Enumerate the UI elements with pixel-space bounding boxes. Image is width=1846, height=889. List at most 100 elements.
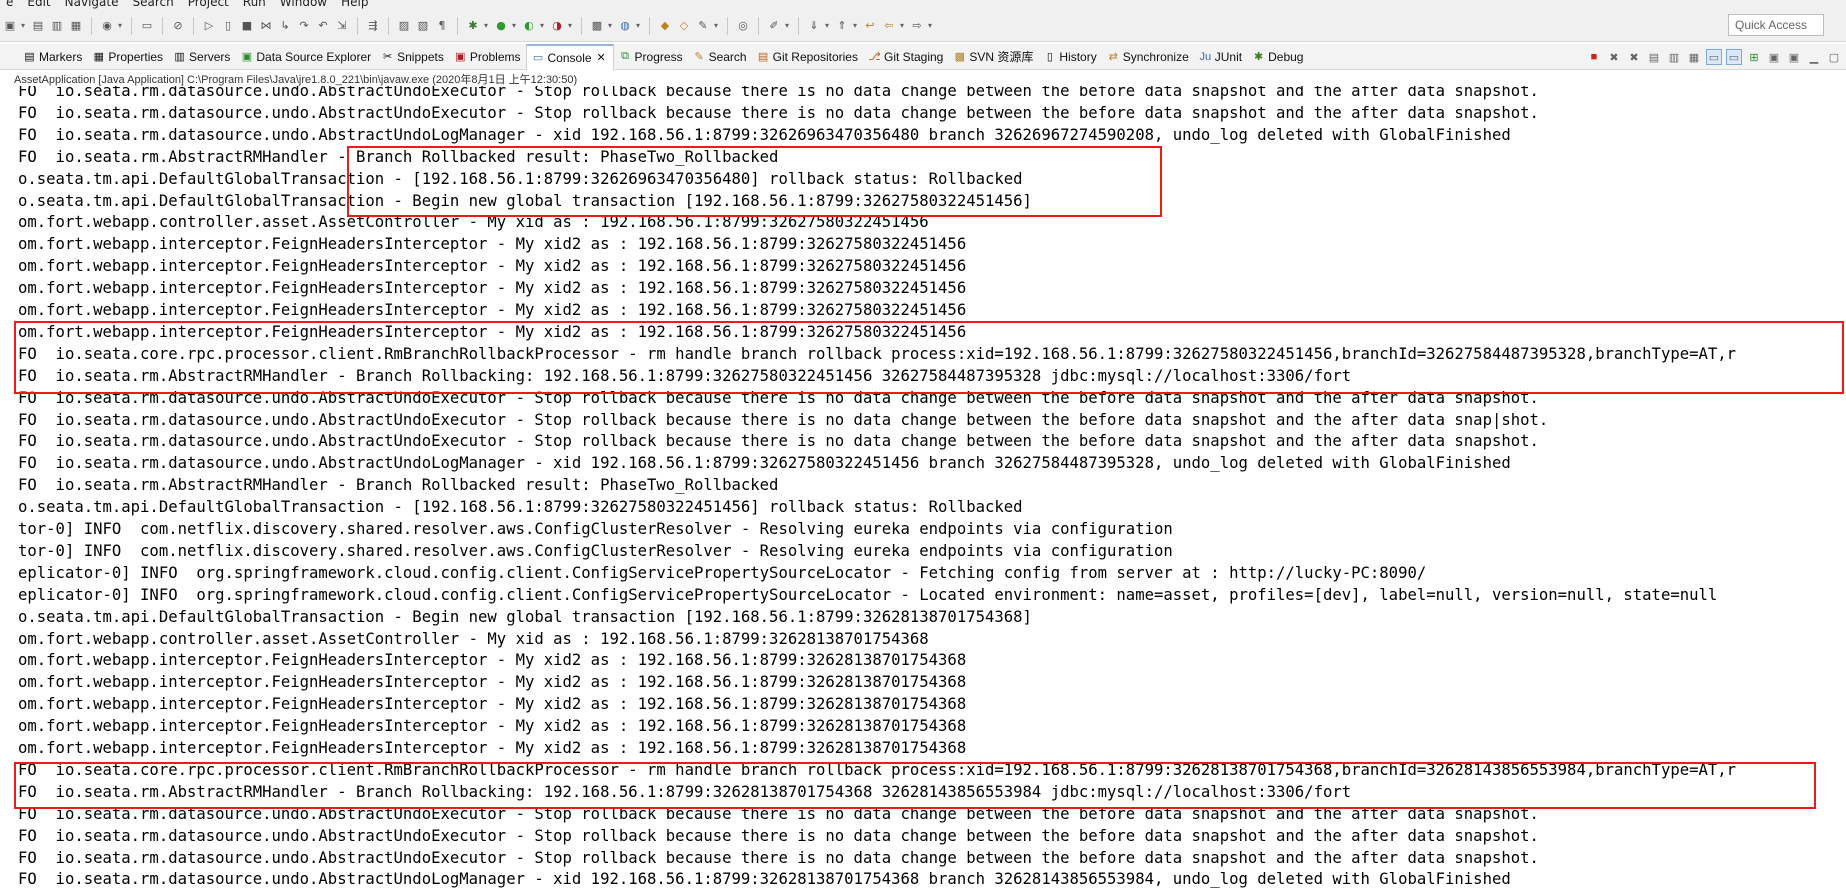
debug-dropdown-icon[interactable]: ▾: [484, 21, 490, 30]
tab-search[interactable]: ✎ Search: [688, 44, 752, 70]
console-line: om.fort.webapp.interceptor.FeignHeadersI…: [18, 235, 967, 254]
print-icon[interactable]: ▦: [68, 18, 84, 34]
tab-history[interactable]: ▯ History: [1038, 44, 1101, 70]
coverage-dropdown-icon[interactable]: ▾: [540, 21, 546, 30]
tab-synchronize[interactable]: ⇄ Synchronize: [1102, 44, 1194, 70]
step-over-icon[interactable]: ↷: [296, 18, 312, 34]
next-annotation-icon[interactable]: ⇓: [806, 18, 822, 34]
save-icon[interactable]: ▤: [30, 18, 46, 34]
menu-item-project[interactable]: Project: [188, 0, 229, 9]
tab-git-staging[interactable]: ⎇ Git Staging: [863, 44, 948, 70]
open-console-icon[interactable]: ▣: [1786, 49, 1802, 65]
minimize-icon[interactable]: ▁: [1806, 49, 1822, 65]
last-edit-icon[interactable]: ↩: [862, 18, 878, 34]
pin-console-icon[interactable]: ⊞: [1746, 49, 1762, 65]
resume-icon[interactable]: ▷: [201, 18, 217, 34]
open-type-icon[interactable]: ◆: [657, 18, 673, 34]
menu-item-edit[interactable]: Edit: [27, 0, 50, 9]
prev-annotation-dropdown-icon[interactable]: ▾: [853, 21, 859, 30]
annotation-dropdown-icon[interactable]: ▾: [785, 21, 791, 30]
display-console-icon[interactable]: ▣: [1766, 49, 1782, 65]
forward-icon[interactable]: ⇨: [909, 18, 925, 34]
console-line: om.fort.webapp.interceptor.FeignHeadersI…: [18, 739, 967, 757]
profile-icon[interactable]: ◉: [99, 18, 115, 34]
suspend-icon[interactable]: ▯: [220, 18, 236, 34]
run-dropdown-icon[interactable]: ▾: [512, 21, 518, 30]
tab-debug[interactable]: ✱ Debug: [1247, 44, 1308, 70]
tab-svn[interactable]: ▩ SVN 资源库: [948, 44, 1038, 70]
close-icon[interactable]: ✕: [595, 51, 608, 64]
menu-item-search[interactable]: Search: [132, 0, 173, 9]
quick-access-input[interactable]: Quick Access: [1728, 14, 1824, 36]
tab-progress[interactable]: ⧉ Progress: [614, 44, 688, 70]
console-line: om.fort.webapp.interceptor.FeignHeadersI…: [18, 301, 967, 319]
menu-bar: e Edit Navigate Search Project Run Windo…: [0, 0, 1846, 10]
skip-breakpoints-icon[interactable]: ⊘: [170, 18, 186, 34]
debug-icon: ✱: [1254, 51, 1264, 63]
tab-servers[interactable]: ▥ Servers: [168, 44, 235, 70]
disconnect-icon[interactable]: ⋈: [258, 18, 274, 34]
menu-item-navigate[interactable]: Navigate: [65, 0, 119, 9]
terminal-icon[interactable]: ▭: [139, 18, 155, 34]
scroll-lock-icon[interactable]: ▥: [1666, 49, 1682, 65]
terminate-icon[interactable]: ■: [239, 18, 255, 34]
tab-problems[interactable]: ▣ Problems: [449, 44, 526, 70]
profile-dropdown-icon[interactable]: ▾: [118, 21, 124, 30]
new-icon[interactable]: ▣: [2, 18, 18, 34]
coverage-icon[interactable]: ◐: [521, 18, 537, 34]
prev-annotation-icon[interactable]: ⇑: [834, 18, 850, 34]
clear-console-icon[interactable]: ▤: [1646, 49, 1662, 65]
new-class-dropdown-icon[interactable]: ▾: [636, 21, 642, 30]
globe-icon[interactable]: ◎: [735, 18, 751, 34]
show-stdout-icon[interactable]: ▭: [1706, 49, 1722, 65]
console-line: tor-0] INFO com.netflix.discovery.shared…: [18, 520, 1173, 538]
search-icon: ✎: [694, 51, 704, 63]
menu-item-file[interactable]: e: [6, 0, 13, 9]
main-toolbar: ▣ ▾ ▤ ▥ ▦ ◉ ▾ ▭ ⊘ ▷ ▯ ■ ⋈ ↳ ↷ ↶ ⇲ ⇶ ▨ ▧ …: [0, 10, 1846, 42]
tab-console[interactable]: ▭ Console ✕: [525, 43, 614, 70]
external-tools-icon[interactable]: ◑: [549, 18, 565, 34]
servers-icon: ▥: [174, 51, 185, 63]
console-line: FO io.seata.rm.datasource.undo.AbstractU…: [18, 848, 1539, 867]
tab-data-source-explorer[interactable]: ▣ Data Source Explorer: [235, 44, 376, 70]
annotation-icon[interactable]: ✐: [766, 18, 782, 34]
step-return-icon[interactable]: ↶: [315, 18, 331, 34]
word-wrap-icon[interactable]: ▦: [1686, 49, 1702, 65]
search-dropdown-icon[interactable]: ▾: [714, 21, 720, 30]
external-tools-dropdown-icon[interactable]: ▾: [568, 21, 574, 30]
back-icon[interactable]: ⇦: [881, 18, 897, 34]
step-into-icon[interactable]: ↳: [277, 18, 293, 34]
new-class-icon[interactable]: ◍: [617, 18, 633, 34]
toggle-mark-icon[interactable]: ▨: [396, 18, 412, 34]
search-toolbar-icon[interactable]: ✎: [695, 18, 711, 34]
menu-item-window[interactable]: Window: [280, 0, 327, 9]
console-line: om.fort.webapp.interceptor.FeignHeadersI…: [18, 257, 967, 276]
new-java-project-icon[interactable]: ▩: [589, 18, 605, 34]
use-step-filters-icon[interactable]: ⇶: [365, 18, 381, 34]
tab-snippets[interactable]: ✂ Snippets: [376, 44, 449, 70]
next-annotation-dropdown-icon[interactable]: ▾: [825, 21, 831, 30]
block-selection-icon[interactable]: ▧: [415, 18, 431, 34]
terminate-icon[interactable]: ■: [1586, 49, 1602, 65]
tab-properties[interactable]: ▦ Properties: [87, 44, 168, 70]
maximize-icon[interactable]: ▢: [1826, 49, 1842, 65]
back-dropdown-icon[interactable]: ▾: [900, 21, 906, 30]
open-task-icon[interactable]: ◇: [676, 18, 692, 34]
forward-dropdown-icon[interactable]: ▾: [928, 21, 934, 30]
remove-launch-icon[interactable]: ✖: [1606, 49, 1622, 65]
synchronize-icon: ⇄: [1108, 51, 1118, 63]
menu-item-run[interactable]: Run: [243, 0, 266, 9]
tab-git-repositories[interactable]: ▤ Git Repositories: [752, 44, 863, 70]
tab-junit[interactable]: Ju JUnit: [1194, 44, 1247, 70]
run-icon[interactable]: ●: [493, 18, 509, 34]
tab-markers[interactable]: ▤ Markers: [18, 44, 87, 70]
drop-to-frame-icon[interactable]: ⇲: [334, 18, 350, 34]
menu-item-help[interactable]: Help: [341, 0, 368, 9]
remove-all-launches-icon[interactable]: ✖: [1626, 49, 1642, 65]
show-stderr-icon[interactable]: ▭: [1726, 49, 1742, 65]
new-dropdown-icon[interactable]: ▾: [21, 21, 27, 30]
show-whitespace-icon[interactable]: ¶: [434, 18, 450, 34]
save-all-icon[interactable]: ▥: [49, 18, 65, 34]
debug-icon[interactable]: ✱: [465, 18, 481, 34]
new-java-dropdown-icon[interactable]: ▾: [608, 21, 614, 30]
